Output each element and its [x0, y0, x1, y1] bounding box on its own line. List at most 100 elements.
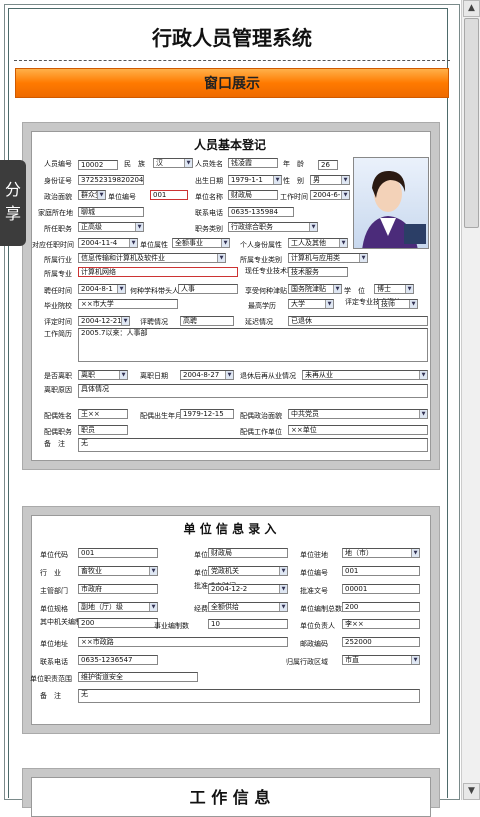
c1-field-33[interactable]: 离职 ▼ [78, 370, 128, 380]
dropdown-arrow-icon[interactable]: ▼ [419, 410, 427, 418]
c1-field-42[interactable]: 无 [78, 438, 428, 452]
dropdown-arrow-icon[interactable]: ▼ [411, 656, 419, 664]
c2-field-11[interactable]: 200 [342, 602, 420, 612]
c1-value-0: 10002 [81, 161, 104, 169]
c1-field-6[interactable]: 男 ▼ [310, 175, 350, 185]
dropdown-arrow-icon[interactable]: ▼ [217, 254, 225, 262]
dropdown-arrow-icon[interactable]: ▼ [341, 191, 349, 199]
c2-field-8[interactable]: 00001 [342, 584, 420, 594]
c2-value-11: 200 [345, 603, 359, 611]
dropdown-arrow-icon[interactable]: ▼ [279, 567, 287, 575]
dropdown-arrow-icon[interactable]: ▼ [121, 317, 129, 325]
share-tab[interactable]: 分享 [0, 160, 26, 246]
c1-field-1[interactable]: 汉 ▼ [153, 158, 193, 168]
c1-field-16[interactable]: 全额事业 ▼ [172, 238, 230, 248]
c1-field-26[interactable]: ××市大学 [78, 299, 178, 309]
scroll-down-arrow-icon[interactable]: ▼ [463, 783, 480, 800]
c2-field-6[interactable]: 市政府 [78, 584, 158, 594]
c1-field-29[interactable]: 2004-12-21 ▼ [78, 316, 130, 326]
c1-field-34[interactable]: 2004-8-27 ▼ [180, 370, 234, 380]
dropdown-arrow-icon[interactable]: ▼ [325, 300, 333, 308]
c1-field-24[interactable]: 国务院津贴 ▼ [288, 284, 342, 294]
dropdown-arrow-icon[interactable]: ▼ [184, 159, 192, 167]
scroll-thumb[interactable] [464, 18, 479, 228]
dropdown-arrow-icon[interactable]: ▼ [221, 239, 229, 247]
dropdown-arrow-icon[interactable]: ▼ [279, 603, 287, 611]
c2-field-17[interactable]: 0635-1236547 [78, 655, 158, 665]
c1-field-22[interactable]: 2004-8-1 ▼ [78, 284, 126, 294]
c1-field-32[interactable]: 2005.7以来：人事部 [78, 328, 428, 362]
c1-field-27[interactable]: 大学 ▼ [288, 299, 334, 309]
c2-field-7[interactable]: 2004-12-2 ▼ [208, 584, 288, 594]
c2-field-12[interactable]: 200 [78, 618, 158, 628]
c2-field-3[interactable]: 畜牧业 ▼ [78, 566, 158, 576]
c1-field-17[interactable]: 工人及其他 ▼ [288, 238, 348, 248]
dropdown-arrow-icon[interactable]: ▼ [225, 371, 233, 379]
dropdown-arrow-icon[interactable]: ▼ [341, 176, 349, 184]
c1-field-11[interactable]: 聊城 [78, 207, 144, 217]
c1-field-18[interactable]: 信息传输和计算机及软件业 ▼ [78, 253, 226, 263]
c2-field-2[interactable]: 地（市） ▼ [342, 548, 420, 558]
c1-field-30[interactable]: 高聘 [180, 316, 234, 326]
c1-field-5[interactable]: 1979-1-1 ▼ [228, 175, 282, 185]
c1-field-41[interactable]: ××单位 [288, 425, 428, 435]
dropdown-arrow-icon[interactable]: ▼ [405, 285, 413, 293]
dropdown-arrow-icon[interactable]: ▼ [359, 254, 367, 262]
c1-field-23[interactable]: 人事 [178, 284, 238, 294]
c1-field-2[interactable]: 钱凌霞 [228, 158, 278, 168]
dropdown-arrow-icon[interactable]: ▼ [149, 567, 157, 575]
dropdown-arrow-icon[interactable]: ▼ [333, 285, 341, 293]
c1-field-14[interactable]: 行政综合职务 ▼ [228, 222, 318, 232]
dropdown-arrow-icon[interactable]: ▼ [97, 191, 105, 199]
c1-field-39[interactable]: 中共党员 ▼ [288, 409, 428, 419]
c1-field-36[interactable]: 具体情况 [78, 384, 428, 398]
c2-field-14[interactable]: 李×× [342, 619, 420, 629]
c1-field-4[interactable]: 37252319820204652 [78, 175, 144, 185]
c1-field-19[interactable]: 计算机与应用类 ▼ [288, 253, 368, 263]
dropdown-arrow-icon[interactable]: ▼ [411, 549, 419, 557]
c1-field-12[interactable]: 0635-135984 [228, 207, 294, 217]
c2-field-5[interactable]: 001 [342, 566, 420, 576]
c1-field-25[interactable]: 博士 ▼ [374, 284, 414, 294]
dropdown-arrow-icon[interactable]: ▼ [419, 371, 427, 379]
c1-field-0[interactable]: 10002 [78, 160, 118, 170]
c2-field-20[interactable]: 无 [78, 689, 420, 703]
c1-field-9[interactable]: 财政局 [228, 190, 278, 200]
c1-field-35[interactable]: 未再从业 ▼ [302, 370, 428, 380]
c1-field-8[interactable]: 001 [150, 190, 188, 200]
c1-field-21[interactable]: 技术服务 [288, 267, 348, 277]
c2-field-1[interactable]: 财政局 [208, 548, 288, 558]
c2-field-10[interactable]: 全额供给 ▼ [208, 602, 288, 612]
c1-field-38[interactable]: 1979-12-15 [180, 409, 234, 419]
dropdown-arrow-icon[interactable]: ▼ [117, 285, 125, 293]
c1-field-15[interactable]: 2004-11-4 ▼ [78, 238, 138, 248]
c1-field-7[interactable]: 群众党 ▼ [78, 190, 106, 200]
c2-field-19[interactable]: 维护街道安全 [78, 672, 198, 682]
c1-field-28[interactable]: 技师 ▼ [378, 299, 418, 309]
c2-field-15[interactable]: ××市政路 [78, 637, 288, 647]
dropdown-arrow-icon[interactable]: ▼ [149, 603, 157, 611]
scrollbar[interactable]: ▲ ▼ [461, 0, 480, 800]
dropdown-arrow-icon[interactable]: ▼ [339, 239, 347, 247]
dropdown-arrow-icon[interactable]: ▼ [129, 239, 137, 247]
c1-field-31[interactable]: 已退休 [288, 316, 428, 326]
c2-field-18[interactable]: 市直 ▼ [342, 655, 420, 665]
dropdown-arrow-icon[interactable]: ▼ [119, 371, 127, 379]
scroll-up-arrow-icon[interactable]: ▲ [463, 0, 480, 17]
c1-field-20[interactable]: 计算机网络 [78, 267, 238, 277]
c2-field-13[interactable]: 10 [208, 619, 288, 629]
c1-field-40[interactable]: 职员 [78, 425, 128, 435]
dropdown-arrow-icon[interactable]: ▼ [309, 223, 317, 231]
c1-field-3[interactable]: 26 [318, 160, 338, 170]
c1-field-37[interactable]: 王×× [78, 409, 128, 419]
dropdown-arrow-icon[interactable]: ▼ [273, 176, 281, 184]
c2-field-4[interactable]: 党政机关 ▼ [208, 566, 288, 576]
dropdown-arrow-icon[interactable]: ▼ [409, 300, 417, 308]
dropdown-arrow-icon[interactable]: ▼ [135, 223, 143, 231]
c2-field-9[interactable]: 副地（厅）级 ▼ [78, 602, 158, 612]
c2-field-0[interactable]: 001 [78, 548, 158, 558]
c1-field-10[interactable]: 2004-6- ▼ [310, 190, 350, 200]
c2-field-16[interactable]: 252000 [342, 637, 420, 647]
dropdown-arrow-icon[interactable]: ▼ [279, 585, 287, 593]
c1-field-13[interactable]: 正高级 ▼ [78, 222, 144, 232]
